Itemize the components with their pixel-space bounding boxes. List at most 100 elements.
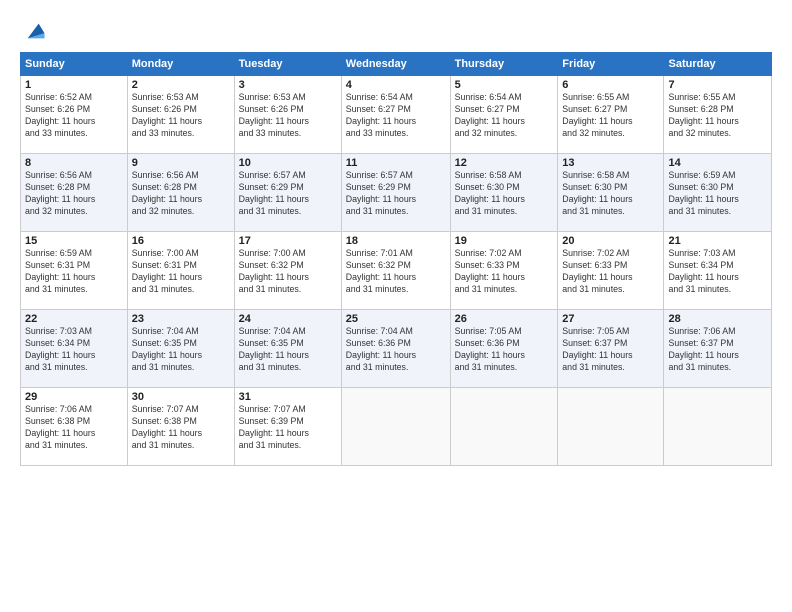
day-number: 26 — [455, 313, 554, 325]
empty-cell — [450, 388, 558, 466]
calendar-day-cell: 6Sunrise: 6:55 AM Sunset: 6:27 PM Daylig… — [558, 76, 664, 154]
column-header-monday: Monday — [127, 53, 234, 76]
day-content: Sunrise: 7:00 AM Sunset: 6:32 PM Dayligh… — [239, 248, 337, 296]
calendar-day-cell: 1Sunrise: 6:52 AM Sunset: 6:26 PM Daylig… — [21, 76, 128, 154]
calendar-day-cell: 19Sunrise: 7:02 AM Sunset: 6:33 PM Dayli… — [450, 232, 558, 310]
day-number: 12 — [455, 157, 554, 169]
day-content: Sunrise: 6:52 AM Sunset: 6:26 PM Dayligh… — [25, 92, 123, 140]
day-content: Sunrise: 7:02 AM Sunset: 6:33 PM Dayligh… — [562, 248, 659, 296]
header — [20, 18, 772, 42]
day-number: 20 — [562, 235, 659, 247]
column-header-saturday: Saturday — [664, 53, 772, 76]
day-content: Sunrise: 6:56 AM Sunset: 6:28 PM Dayligh… — [132, 170, 230, 218]
calendar-day-cell: 24Sunrise: 7:04 AM Sunset: 6:35 PM Dayli… — [234, 310, 341, 388]
day-content: Sunrise: 6:54 AM Sunset: 6:27 PM Dayligh… — [346, 92, 446, 140]
calendar-day-cell: 22Sunrise: 7:03 AM Sunset: 6:34 PM Dayli… — [21, 310, 128, 388]
day-content: Sunrise: 6:57 AM Sunset: 6:29 PM Dayligh… — [239, 170, 337, 218]
day-content: Sunrise: 7:05 AM Sunset: 6:37 PM Dayligh… — [562, 326, 659, 374]
day-number: 11 — [346, 157, 446, 169]
day-content: Sunrise: 6:59 AM Sunset: 6:31 PM Dayligh… — [25, 248, 123, 296]
calendar-day-cell: 18Sunrise: 7:01 AM Sunset: 6:32 PM Dayli… — [341, 232, 450, 310]
day-content: Sunrise: 7:07 AM Sunset: 6:39 PM Dayligh… — [239, 404, 337, 452]
day-content: Sunrise: 7:01 AM Sunset: 6:32 PM Dayligh… — [346, 248, 446, 296]
day-number: 19 — [455, 235, 554, 247]
calendar-day-cell: 28Sunrise: 7:06 AM Sunset: 6:37 PM Dayli… — [664, 310, 772, 388]
calendar-week-row: 15Sunrise: 6:59 AM Sunset: 6:31 PM Dayli… — [21, 232, 772, 310]
day-number: 30 — [132, 391, 230, 403]
calendar-day-cell: 23Sunrise: 7:04 AM Sunset: 6:35 PM Dayli… — [127, 310, 234, 388]
day-number: 10 — [239, 157, 337, 169]
day-content: Sunrise: 7:04 AM Sunset: 6:35 PM Dayligh… — [239, 326, 337, 374]
day-number: 21 — [668, 235, 767, 247]
day-content: Sunrise: 7:02 AM Sunset: 6:33 PM Dayligh… — [455, 248, 554, 296]
calendar-table: SundayMondayTuesdayWednesdayThursdayFrid… — [20, 52, 772, 466]
day-content: Sunrise: 7:04 AM Sunset: 6:36 PM Dayligh… — [346, 326, 446, 374]
calendar-day-cell: 11Sunrise: 6:57 AM Sunset: 6:29 PM Dayli… — [341, 154, 450, 232]
day-number: 5 — [455, 79, 554, 91]
day-number: 7 — [668, 79, 767, 91]
calendar-day-cell: 5Sunrise: 6:54 AM Sunset: 6:27 PM Daylig… — [450, 76, 558, 154]
day-number: 4 — [346, 79, 446, 91]
column-header-friday: Friday — [558, 53, 664, 76]
calendar-day-cell: 14Sunrise: 6:59 AM Sunset: 6:30 PM Dayli… — [664, 154, 772, 232]
day-number: 31 — [239, 391, 337, 403]
calendar-day-cell: 17Sunrise: 7:00 AM Sunset: 6:32 PM Dayli… — [234, 232, 341, 310]
calendar-day-cell: 8Sunrise: 6:56 AM Sunset: 6:28 PM Daylig… — [21, 154, 128, 232]
day-content: Sunrise: 7:06 AM Sunset: 6:38 PM Dayligh… — [25, 404, 123, 452]
calendar-day-cell: 16Sunrise: 7:00 AM Sunset: 6:31 PM Dayli… — [127, 232, 234, 310]
day-number: 6 — [562, 79, 659, 91]
day-number: 16 — [132, 235, 230, 247]
day-content: Sunrise: 6:53 AM Sunset: 6:26 PM Dayligh… — [132, 92, 230, 140]
calendar-week-row: 29Sunrise: 7:06 AM Sunset: 6:38 PM Dayli… — [21, 388, 772, 466]
calendar-day-cell: 25Sunrise: 7:04 AM Sunset: 6:36 PM Dayli… — [341, 310, 450, 388]
calendar-day-cell: 9Sunrise: 6:56 AM Sunset: 6:28 PM Daylig… — [127, 154, 234, 232]
day-number: 23 — [132, 313, 230, 325]
day-number: 25 — [346, 313, 446, 325]
column-header-thursday: Thursday — [450, 53, 558, 76]
logo — [20, 18, 46, 42]
calendar-week-row: 22Sunrise: 7:03 AM Sunset: 6:34 PM Dayli… — [21, 310, 772, 388]
calendar-day-cell: 13Sunrise: 6:58 AM Sunset: 6:30 PM Dayli… — [558, 154, 664, 232]
day-number: 8 — [25, 157, 123, 169]
calendar-day-cell: 15Sunrise: 6:59 AM Sunset: 6:31 PM Dayli… — [21, 232, 128, 310]
calendar-day-cell: 26Sunrise: 7:05 AM Sunset: 6:36 PM Dayli… — [450, 310, 558, 388]
day-content: Sunrise: 7:06 AM Sunset: 6:37 PM Dayligh… — [668, 326, 767, 374]
day-content: Sunrise: 6:58 AM Sunset: 6:30 PM Dayligh… — [455, 170, 554, 218]
day-content: Sunrise: 6:55 AM Sunset: 6:27 PM Dayligh… — [562, 92, 659, 140]
calendar-day-cell: 2Sunrise: 6:53 AM Sunset: 6:26 PM Daylig… — [127, 76, 234, 154]
day-number: 18 — [346, 235, 446, 247]
day-content: Sunrise: 7:03 AM Sunset: 6:34 PM Dayligh… — [668, 248, 767, 296]
day-content: Sunrise: 6:57 AM Sunset: 6:29 PM Dayligh… — [346, 170, 446, 218]
day-content: Sunrise: 6:53 AM Sunset: 6:26 PM Dayligh… — [239, 92, 337, 140]
empty-cell — [341, 388, 450, 466]
day-content: Sunrise: 7:05 AM Sunset: 6:36 PM Dayligh… — [455, 326, 554, 374]
day-number: 28 — [668, 313, 767, 325]
day-number: 1 — [25, 79, 123, 91]
empty-cell — [558, 388, 664, 466]
day-number: 24 — [239, 313, 337, 325]
day-content: Sunrise: 7:07 AM Sunset: 6:38 PM Dayligh… — [132, 404, 230, 452]
calendar-page: SundayMondayTuesdayWednesdayThursdayFrid… — [0, 0, 792, 612]
calendar-day-cell: 30Sunrise: 7:07 AM Sunset: 6:38 PM Dayli… — [127, 388, 234, 466]
day-content: Sunrise: 7:00 AM Sunset: 6:31 PM Dayligh… — [132, 248, 230, 296]
day-number: 9 — [132, 157, 230, 169]
calendar-day-cell: 10Sunrise: 6:57 AM Sunset: 6:29 PM Dayli… — [234, 154, 341, 232]
calendar-day-cell: 12Sunrise: 6:58 AM Sunset: 6:30 PM Dayli… — [450, 154, 558, 232]
day-number: 13 — [562, 157, 659, 169]
calendar-week-row: 8 Sunrise: 6:56 AM Sunset: 6:28 PM Daylig… — [21, 154, 772, 232]
empty-cell — [664, 388, 772, 466]
day-content: Sunrise: 6:59 AM Sunset: 6:30 PM Dayligh… — [668, 170, 767, 218]
day-number: 2 — [132, 79, 230, 91]
day-content: Sunrise: 7:03 AM Sunset: 6:34 PM Dayligh… — [25, 326, 123, 374]
calendar-day-cell: 4Sunrise: 6:54 AM Sunset: 6:27 PM Daylig… — [341, 76, 450, 154]
calendar-day-cell: 29Sunrise: 7:06 AM Sunset: 6:38 PM Dayli… — [21, 388, 128, 466]
day-content: Sunrise: 7:04 AM Sunset: 6:35 PM Dayligh… — [132, 326, 230, 374]
calendar-day-cell: 7Sunrise: 6:55 AM Sunset: 6:28 PM Daylig… — [664, 76, 772, 154]
day-content: Sunrise: 6:55 AM Sunset: 6:28 PM Dayligh… — [668, 92, 767, 140]
logo-icon — [24, 20, 46, 42]
calendar-day-cell: 20Sunrise: 7:02 AM Sunset: 6:33 PM Dayli… — [558, 232, 664, 310]
calendar-week-row: 1Sunrise: 6:52 AM Sunset: 6:26 PM Daylig… — [21, 76, 772, 154]
day-number: 15 — [25, 235, 123, 247]
day-content: Sunrise: 6:54 AM Sunset: 6:27 PM Dayligh… — [455, 92, 554, 140]
day-number: 17 — [239, 235, 337, 247]
